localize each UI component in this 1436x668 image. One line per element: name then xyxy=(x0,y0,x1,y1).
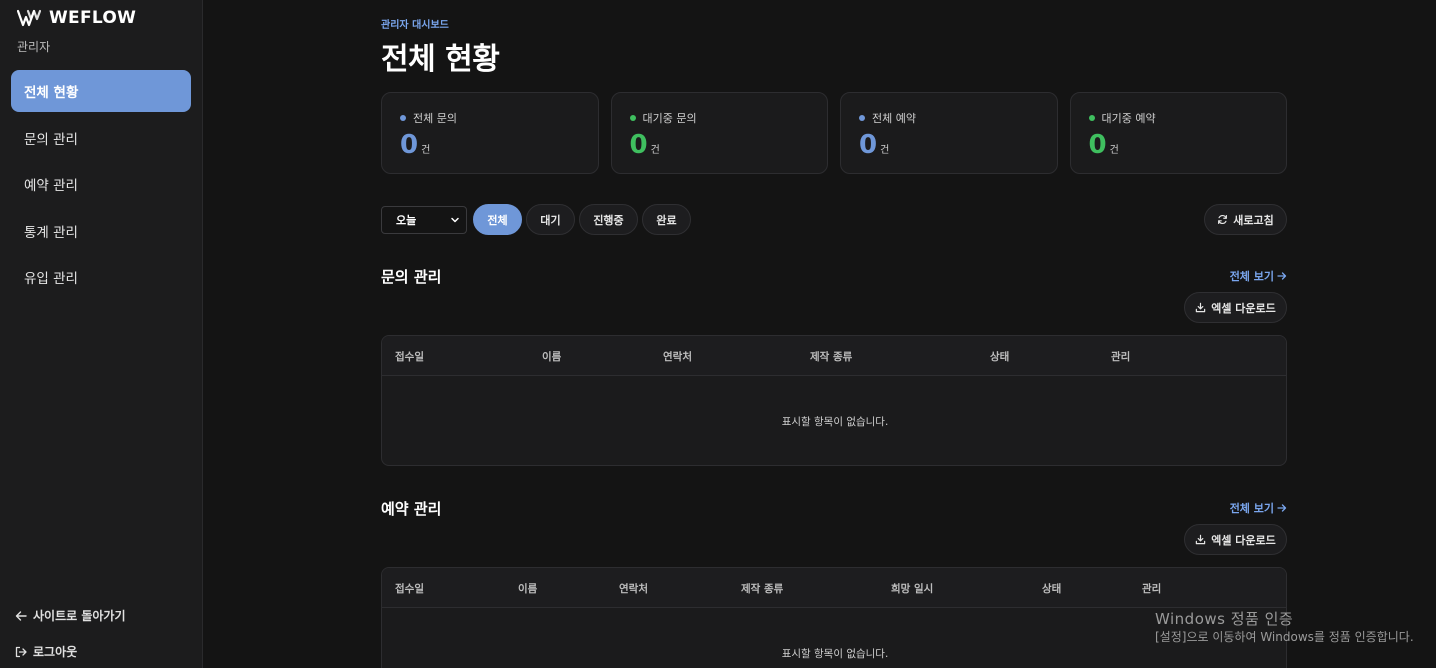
sidebar-item-label: 예약 관리 xyxy=(24,178,78,194)
stat-card-pending-reservations: 대기중 예약 0건 xyxy=(1069,92,1287,174)
table-header: 접수일 이름 연락처 제작 종류 희망 일시 상태 관리 xyxy=(382,568,1286,608)
period-select-value: 오늘 xyxy=(396,214,417,227)
brand[interactable]: WEFLOW xyxy=(17,8,136,28)
weflow-logo-icon xyxy=(17,9,41,27)
reservations-excel-download-button[interactable]: 엑셀 다운로드 xyxy=(1184,524,1287,555)
stat-label: 전체 예약 xyxy=(872,112,916,125)
refresh-icon xyxy=(1218,214,1228,225)
column-header: 상태 xyxy=(1042,583,1062,595)
reservations-view-all-link[interactable]: 전체 보기 xyxy=(1230,500,1287,516)
status-pill-all[interactable]: 전체 xyxy=(473,204,522,235)
column-header: 관리 xyxy=(1111,351,1131,363)
stat-value: 0 xyxy=(629,130,648,160)
sidebar-nav: 전체 현황 문의 관리 예약 관리 통계 관리 유입 관리 xyxy=(11,70,191,303)
stat-value: 0 xyxy=(859,130,878,160)
column-header: 이름 xyxy=(518,583,538,595)
reservations-section-title: 예약 관리 xyxy=(381,500,442,518)
sidebar-item-reservations[interactable]: 예약 관리 xyxy=(11,163,191,205)
period-select[interactable]: 오늘 xyxy=(381,206,467,234)
pill-label: 대기 xyxy=(540,213,561,227)
column-header: 희망 일시 xyxy=(891,583,934,595)
status-pill-done[interactable]: 완료 xyxy=(642,204,691,235)
stat-card-total-reservations: 전체 예약 0건 xyxy=(840,92,1058,174)
refresh-button[interactable]: 새로고침 xyxy=(1204,204,1287,235)
excel-label: 엑셀 다운로드 xyxy=(1211,533,1276,547)
stat-unit: 건 xyxy=(880,145,890,156)
reservations-table: 접수일 이름 연락처 제작 종류 희망 일시 상태 관리 표시할 항목이 없습니… xyxy=(381,567,1287,668)
column-header: 상태 xyxy=(990,351,1010,363)
status-pill-waiting[interactable]: 대기 xyxy=(526,204,575,235)
stat-value: 0 xyxy=(1088,130,1107,160)
stat-label: 대기중 문의 xyxy=(642,112,697,125)
logout-link[interactable]: 로그아웃 xyxy=(15,643,195,660)
sidebar-item-label: 문의 관리 xyxy=(24,131,78,148)
download-icon xyxy=(1195,534,1206,545)
stat-card-pending-inquiries: 대기중 문의 0건 xyxy=(610,92,828,174)
inquiries-table: 접수일 이름 연락처 제작 종류 상태 관리 표시할 항목이 없습니다. xyxy=(381,335,1287,466)
back-to-site-link[interactable]: 사이트로 돌아가기 xyxy=(15,607,195,624)
sidebar-item-inquiries[interactable]: 문의 관리 xyxy=(11,117,191,159)
sidebar-item-overview[interactable]: 전체 현황 xyxy=(11,70,191,112)
column-header: 제작 종류 xyxy=(810,351,853,363)
empty-state: 표시할 항목이 없습니다. xyxy=(781,416,889,428)
column-header: 제작 종류 xyxy=(741,583,784,595)
arrow-right-icon xyxy=(1277,504,1287,512)
sidebar-item-label: 유입 관리 xyxy=(24,271,78,287)
status-pill-in-progress[interactable]: 진행중 xyxy=(579,204,638,235)
brand-role: 관리자 xyxy=(17,40,51,54)
sidebar-item-statistics[interactable]: 통계 관리 xyxy=(11,210,191,252)
stat-label: 대기중 예약 xyxy=(1101,112,1156,125)
page-eyebrow: 관리자 대시보드 xyxy=(381,20,449,31)
inquiries-excel-download-button[interactable]: 엑셀 다운로드 xyxy=(1184,292,1287,323)
refresh-label: 새로고침 xyxy=(1233,213,1274,227)
windows-activation-text: [설정]으로 이동하여 Windows를 정품 인증합니다. xyxy=(1155,630,1414,644)
stat-unit: 건 xyxy=(650,145,660,156)
filter-bar: 오늘 전체 대기 진행중 완료 새로고침 xyxy=(381,204,1287,236)
stat-card-total-inquiries: 전체 문의 0건 xyxy=(381,92,599,174)
page-title: 전체 현황 xyxy=(381,42,500,77)
column-header: 연락처 xyxy=(663,351,692,363)
column-header: 관리 xyxy=(1142,583,1162,595)
sidebar: WEFLOW 관리자 전체 현황 문의 관리 예약 관리 통계 관리 유입 관리… xyxy=(0,0,203,668)
chevron-down-icon xyxy=(451,217,459,223)
column-header: 이름 xyxy=(542,351,562,363)
download-icon xyxy=(1195,302,1206,313)
inquiries-view-all-link[interactable]: 전체 보기 xyxy=(1230,268,1287,284)
dot-icon xyxy=(400,115,406,121)
table-header: 접수일 이름 연락처 제작 종류 상태 관리 xyxy=(382,336,1286,376)
empty-state: 표시할 항목이 없습니다. xyxy=(781,648,889,660)
logout-icon xyxy=(15,646,27,657)
stat-unit: 건 xyxy=(421,145,431,156)
back-to-site-label: 사이트로 돌아가기 xyxy=(33,609,126,623)
stat-cards: 전체 문의 0건 대기중 문의 0건 전체 예약 0건 대기중 예약 0건 xyxy=(381,92,1287,174)
pill-label: 완료 xyxy=(656,213,677,227)
arrow-left-icon xyxy=(15,610,27,621)
column-header: 연락처 xyxy=(619,583,648,595)
pill-label: 진행중 xyxy=(593,213,624,227)
stat-unit: 건 xyxy=(1109,145,1119,156)
column-header: 접수일 xyxy=(395,583,424,595)
pill-label: 전체 xyxy=(487,213,508,227)
stat-label: 전체 문의 xyxy=(413,112,457,125)
stat-value: 0 xyxy=(400,130,419,160)
column-header: 접수일 xyxy=(395,351,424,363)
sidebar-item-label: 통계 관리 xyxy=(24,224,78,241)
dot-icon xyxy=(859,115,865,121)
logout-label: 로그아웃 xyxy=(33,645,78,659)
arrow-right-icon xyxy=(1277,272,1287,280)
inquiries-section-title: 문의 관리 xyxy=(381,268,442,286)
view-all-label: 전체 보기 xyxy=(1229,270,1274,283)
dot-icon xyxy=(1088,115,1095,121)
brand-name: WEFLOW xyxy=(49,8,137,28)
sidebar-item-label: 전체 현황 xyxy=(24,85,79,101)
dot-icon xyxy=(629,115,636,121)
view-all-label: 전체 보기 xyxy=(1229,502,1274,515)
windows-activation-title: Windows 정품 인증 xyxy=(1155,610,1294,628)
sidebar-item-traffic[interactable]: 유입 관리 xyxy=(11,256,191,298)
excel-label: 엑셀 다운로드 xyxy=(1211,301,1276,315)
